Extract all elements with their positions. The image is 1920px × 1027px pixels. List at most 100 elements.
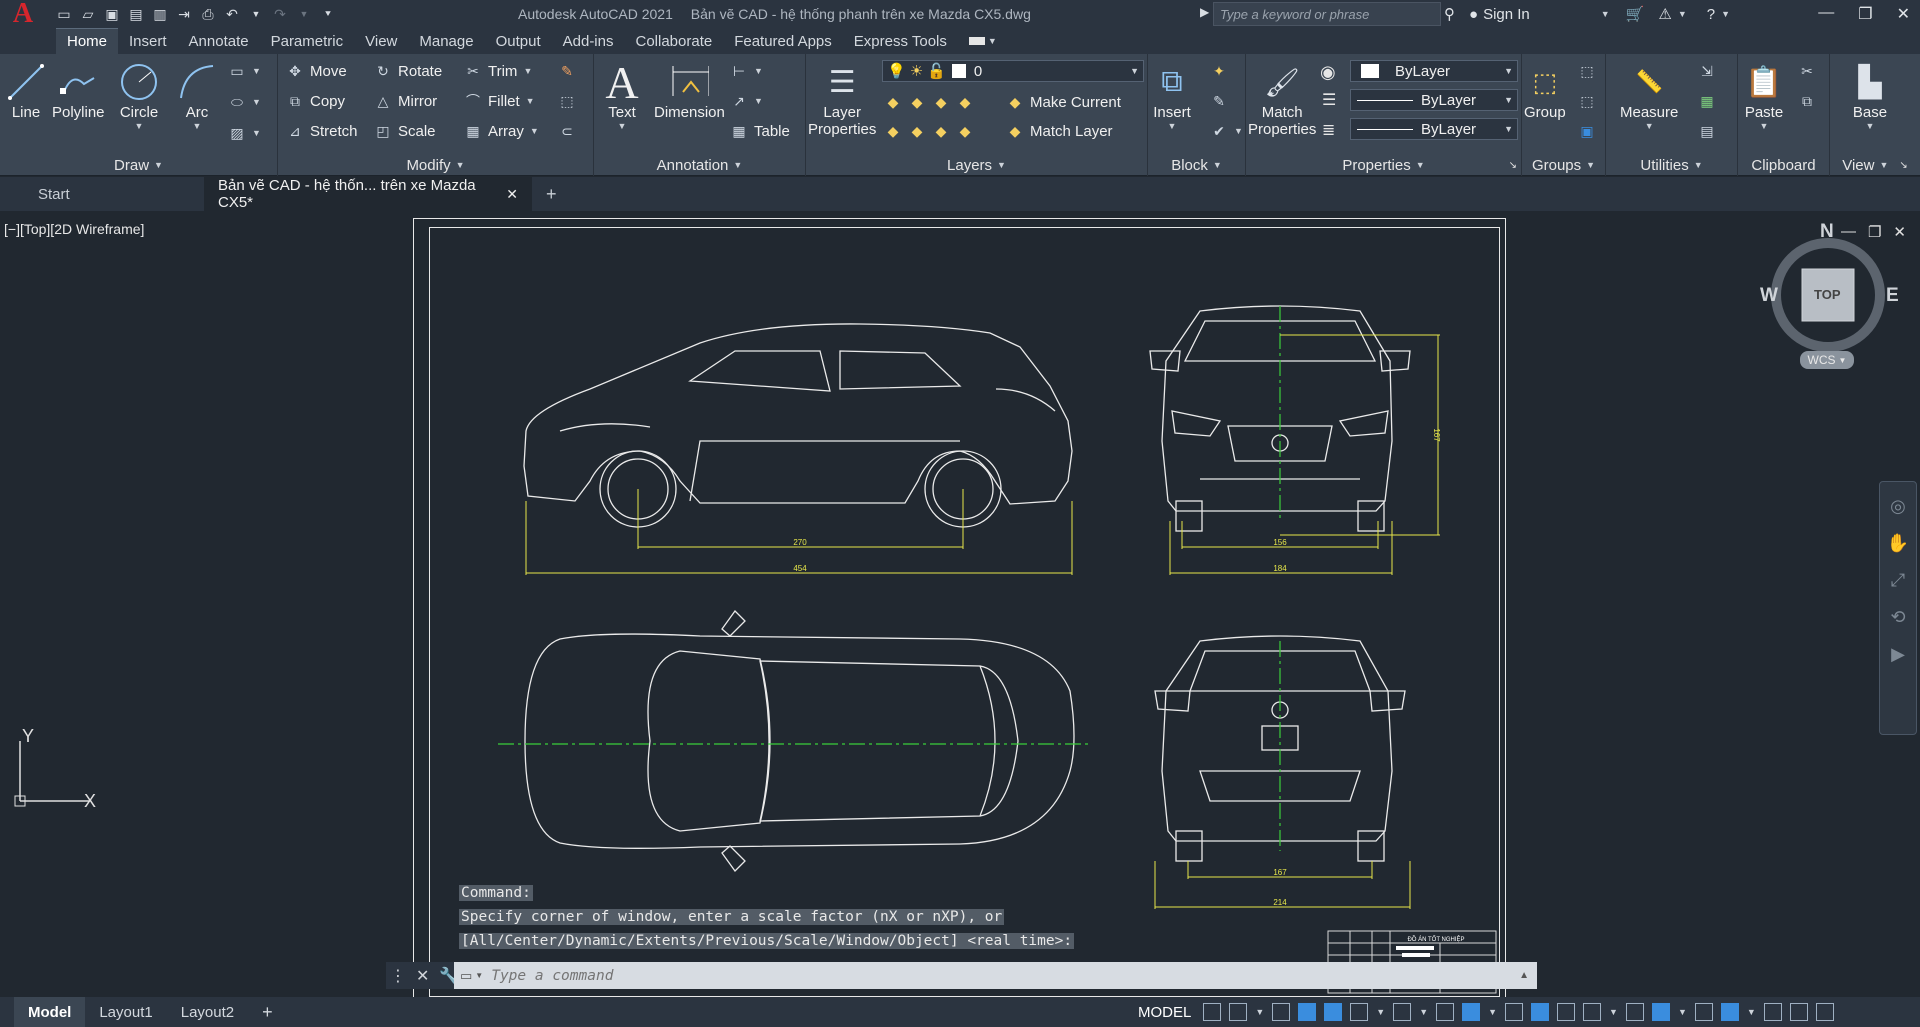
save-icon[interactable]: ▣ — [102, 4, 122, 24]
group-select-button[interactable]: ▣ — [1578, 122, 1596, 140]
color-wheel-icon[interactable]: ◉ — [1320, 62, 1336, 83]
pan-icon[interactable]: ✋ — [1887, 533, 1909, 554]
quick-properties-icon[interactable] — [1789, 1003, 1808, 1021]
isometric-drafting-icon[interactable] — [1393, 1003, 1412, 1021]
circle-dropdown-icon[interactable]: ▼ — [135, 121, 144, 131]
hatch-ellipse-tool[interactable]: ⬭ ▼ — [228, 93, 261, 111]
add-layout-button[interactable]: + — [248, 997, 287, 1027]
trim-button[interactable]: ✂ Trim ▼ — [464, 62, 532, 80]
text-tool[interactable]: A Text ▼ — [602, 57, 642, 132]
viewcube-top-face[interactable]: TOP — [1814, 287, 1841, 302]
layer-properties-button[interactable]: ☰ Layer Properties — [808, 60, 876, 139]
edit-block-button[interactable]: ✎ — [1210, 92, 1228, 110]
save-as-icon[interactable]: ▤ — [126, 4, 146, 24]
offset-button[interactable]: ⊂ — [558, 122, 576, 140]
table-button[interactable]: ▦ Table — [730, 122, 789, 140]
open-from-web-icon[interactable]: ▥ — [150, 4, 170, 24]
ribbon-tab-insert[interactable]: Insert — [118, 28, 178, 54]
chevron-right-icon[interactable]: ▶ — [1200, 5, 1209, 19]
lineweight-dropdown[interactable]: ByLayer ▼ — [1350, 118, 1518, 140]
leader-button[interactable]: ↗ ▼ — [730, 92, 763, 110]
ortho-mode-icon[interactable] — [1324, 1003, 1343, 1021]
line-tool[interactable]: Line — [6, 60, 46, 121]
view-panel-label[interactable]: View ▼ ↘ — [1830, 154, 1920, 176]
new-tab-button[interactable]: + — [532, 177, 571, 211]
scale-button[interactable]: ◰ Scale — [374, 122, 435, 140]
close-tab-icon[interactable]: ✕ — [506, 186, 518, 203]
dynamic-ucs-icon[interactable] — [1625, 1003, 1644, 1021]
autodesk-app-icon[interactable]: ⚠ — [1658, 5, 1671, 23]
object-snap-icon[interactable] — [1462, 1003, 1481, 1021]
compass-north[interactable]: N — [1820, 221, 1834, 243]
annotation-panel-label[interactable]: Annotation ▼ — [594, 154, 805, 176]
customize-qat-icon[interactable]: ⯆ — [318, 4, 338, 24]
stretch-button[interactable]: ⊿ Stretch — [286, 122, 357, 140]
annotation-scale-icon[interactable] — [1694, 1003, 1713, 1021]
selection-cycling-icon[interactable] — [1557, 1003, 1576, 1021]
command-input[interactable] — [491, 967, 1392, 984]
block-panel-label[interactable]: Block ▼ — [1148, 154, 1245, 176]
infer-constraints-icon[interactable] — [1272, 1003, 1291, 1021]
layers-panel-label[interactable]: Layers ▼ — [806, 154, 1147, 176]
linetype-dropdown[interactable]: ByLayer ▼ — [1350, 89, 1518, 111]
polyline-tool[interactable]: Polyline — [52, 60, 105, 121]
ribbon-tab-output[interactable]: Output — [485, 28, 552, 54]
cut-button[interactable]: ✂ — [1798, 62, 1816, 80]
redo-icon[interactable]: ↷ — [270, 4, 290, 24]
command-history-toggle-icon[interactable]: ▲ — [1519, 970, 1529, 981]
cart-icon[interactable]: 🛒 — [1626, 5, 1645, 23]
recent-commands-icon[interactable]: ▼ — [475, 971, 483, 980]
drawing-viewport[interactable]: [−][Top][2D Wireframe] — ❐ ✕ 270 454 156… — [0, 211, 1920, 999]
clipboard-panel-label[interactable]: Clipboard — [1738, 154, 1829, 176]
dimension-tool[interactable]: Dimension — [654, 60, 725, 121]
draw-panel-label[interactable]: Draw ▼ — [0, 154, 277, 176]
color-dropdown[interactable]: ByLayer ▼ — [1350, 60, 1518, 82]
quick-select-button[interactable]: ⇲ — [1698, 62, 1716, 80]
undo-dropdown-icon[interactable]: ▼ — [246, 4, 266, 24]
layout1-tab[interactable]: Layout1 — [85, 997, 166, 1027]
arc-dropdown-icon[interactable]: ▼ — [193, 121, 202, 131]
steering-wheel-icon[interactable]: ◎ — [1890, 496, 1906, 517]
zoom-extents-icon[interactable]: ⤢ — [1891, 570, 1905, 591]
rectangle-tool[interactable]: ▭ ▼ — [228, 62, 261, 80]
grid-icon[interactable] — [1203, 1003, 1222, 1021]
layer-dropdown[interactable]: 💡 ☀ 🔓 0 ▼ — [882, 60, 1144, 82]
plot-icon[interactable]: ⎙ — [198, 4, 218, 24]
create-block-button[interactable]: ✦ — [1210, 62, 1228, 80]
model-tab[interactable]: Model — [14, 997, 86, 1027]
match-layer-button[interactable]: ◆ Match Layer — [1006, 122, 1113, 140]
paste-button[interactable]: 📋 Paste ▼ — [1744, 60, 1784, 132]
ribbon-tab-featured-apps[interactable]: Featured Apps — [723, 28, 843, 54]
3d-osnap-icon[interactable] — [1583, 1003, 1602, 1021]
arc-tool[interactable]: Arc ▼ — [177, 60, 217, 131]
sign-in-button[interactable]: ● Sign In ▼ — [1469, 6, 1610, 23]
orbit-icon[interactable]: ⟲ — [1890, 607, 1905, 628]
polar-tracking-icon[interactable] — [1350, 1003, 1369, 1021]
move-button[interactable]: ✥ Move — [286, 62, 347, 80]
new-file-icon[interactable]: ▭ — [54, 4, 74, 24]
app-dropdown-icon[interactable]: ▼ — [1678, 9, 1687, 19]
modify-panel-label[interactable]: Modify ▼ — [278, 154, 593, 176]
wcs-menu[interactable]: WCS ▼ — [1800, 351, 1854, 369]
linear-dim-button[interactable]: ⊢ ▼ — [730, 62, 763, 80]
ribbon-tab-annotate[interactable]: Annotate — [178, 28, 260, 54]
minimize-icon[interactable]: — — [1818, 4, 1834, 24]
drawing-tab[interactable]: Bản vẽ CAD - hệ thốn... trên xe Mazda CX… — [204, 177, 532, 211]
mirror-button[interactable]: △ Mirror — [374, 92, 438, 110]
ungroup-button[interactable]: ⬚ — [1578, 62, 1596, 80]
lineweight-toggle-icon[interactable] — [1505, 1003, 1524, 1021]
help-dropdown-icon[interactable]: ▼ — [1721, 9, 1730, 19]
rotate-button[interactable]: ↻ Rotate — [374, 62, 442, 80]
fillet-button[interactable]: ⌒ Fillet ▼ — [464, 92, 535, 110]
units-icon[interactable] — [1763, 1003, 1782, 1021]
help-icon[interactable]: ? — [1707, 6, 1715, 23]
layer-tools-row1[interactable]: ◆ ◆ ◆ ◆ — [884, 93, 974, 111]
match-properties-button[interactable]: 🖌 Match Properties — [1248, 60, 1316, 139]
close-command-icon[interactable]: ✕ — [416, 966, 429, 986]
transparency-icon[interactable] — [1531, 1003, 1550, 1021]
base-button[interactable]: ▙ Base ▼ — [1850, 60, 1890, 132]
workspace-icon[interactable] — [1720, 1003, 1739, 1021]
customization-menu-icon[interactable] — [1815, 1003, 1834, 1021]
restore-icon[interactable]: ❐ — [1858, 4, 1872, 24]
open-folder-icon[interactable]: ▱ — [78, 4, 98, 24]
